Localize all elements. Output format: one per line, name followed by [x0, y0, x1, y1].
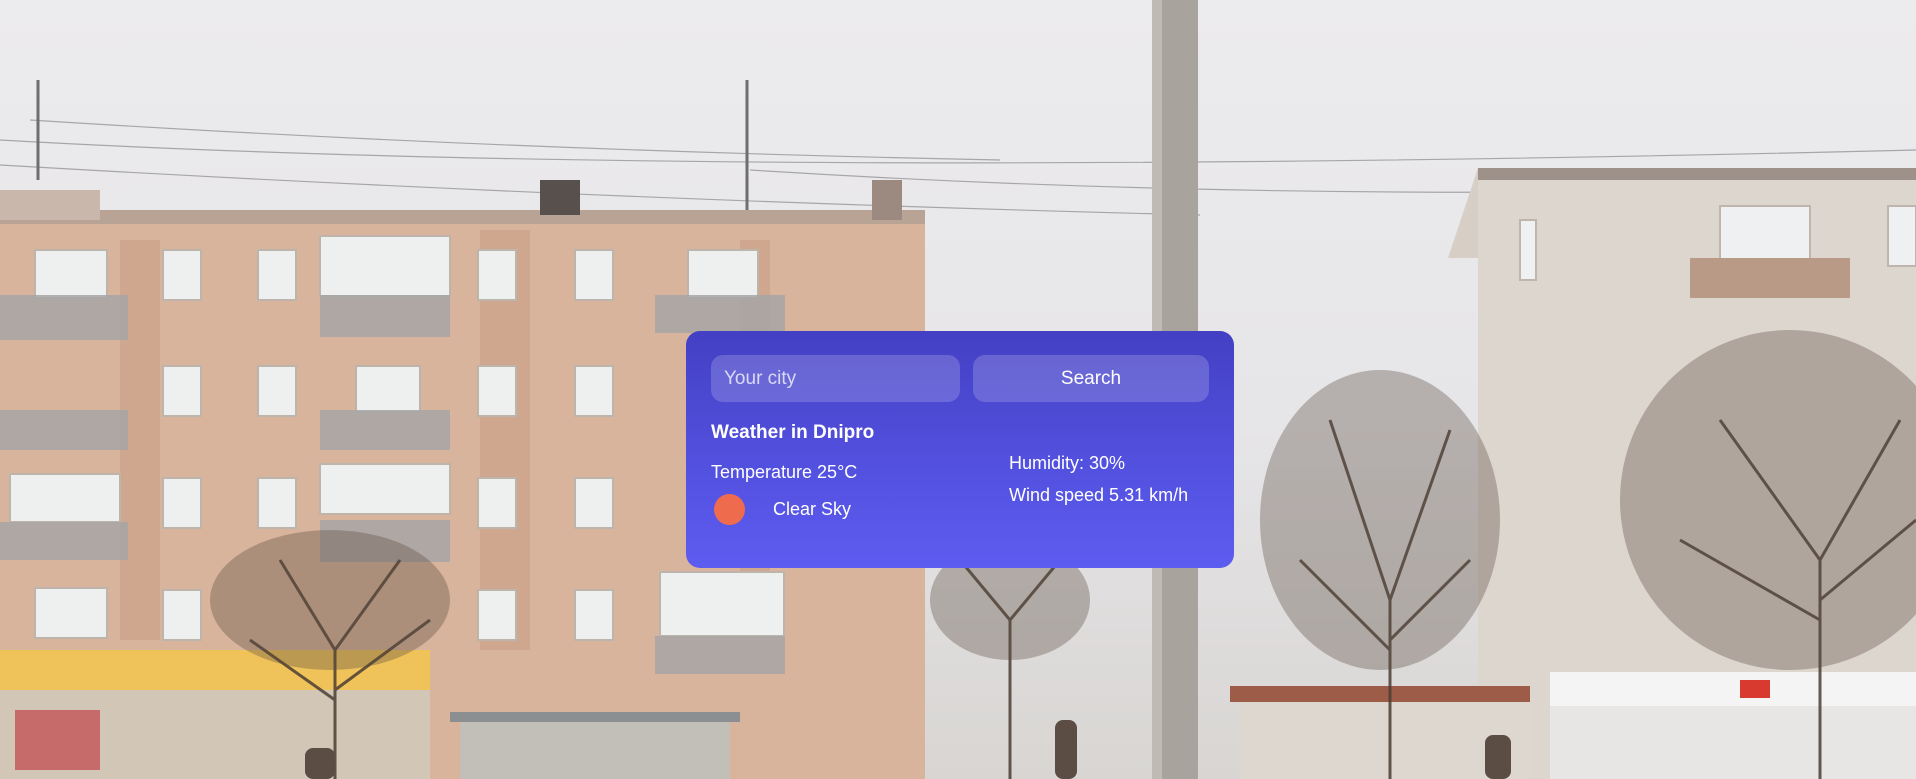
weather-title: Weather in Dnipro: [711, 422, 875, 443]
search-bar: Search: [711, 355, 1209, 402]
condition-text: Clear Sky: [773, 499, 852, 519]
weather-card: Search Weather in Dnipro Temperature 25°…: [686, 331, 1234, 568]
search-button[interactable]: Search: [973, 355, 1209, 402]
condition-row: Clear Sky: [711, 494, 991, 525]
weather-summary: Weather in Dnipro Temperature 25°C Clear…: [711, 420, 991, 525]
sun-icon: [714, 494, 745, 525]
wind-speed-text: Wind speed 5.31 km/h: [1009, 485, 1189, 505]
weather-details: Weather in Dnipro Temperature 25°C Clear…: [711, 420, 1209, 525]
weather-stats: Humidity: 30% Wind speed 5.31 km/h: [1009, 420, 1209, 525]
temperature-text: Temperature 25°C: [711, 462, 858, 482]
city-search-input[interactable]: [711, 355, 960, 402]
humidity-text: Humidity: 30%: [1009, 453, 1126, 473]
